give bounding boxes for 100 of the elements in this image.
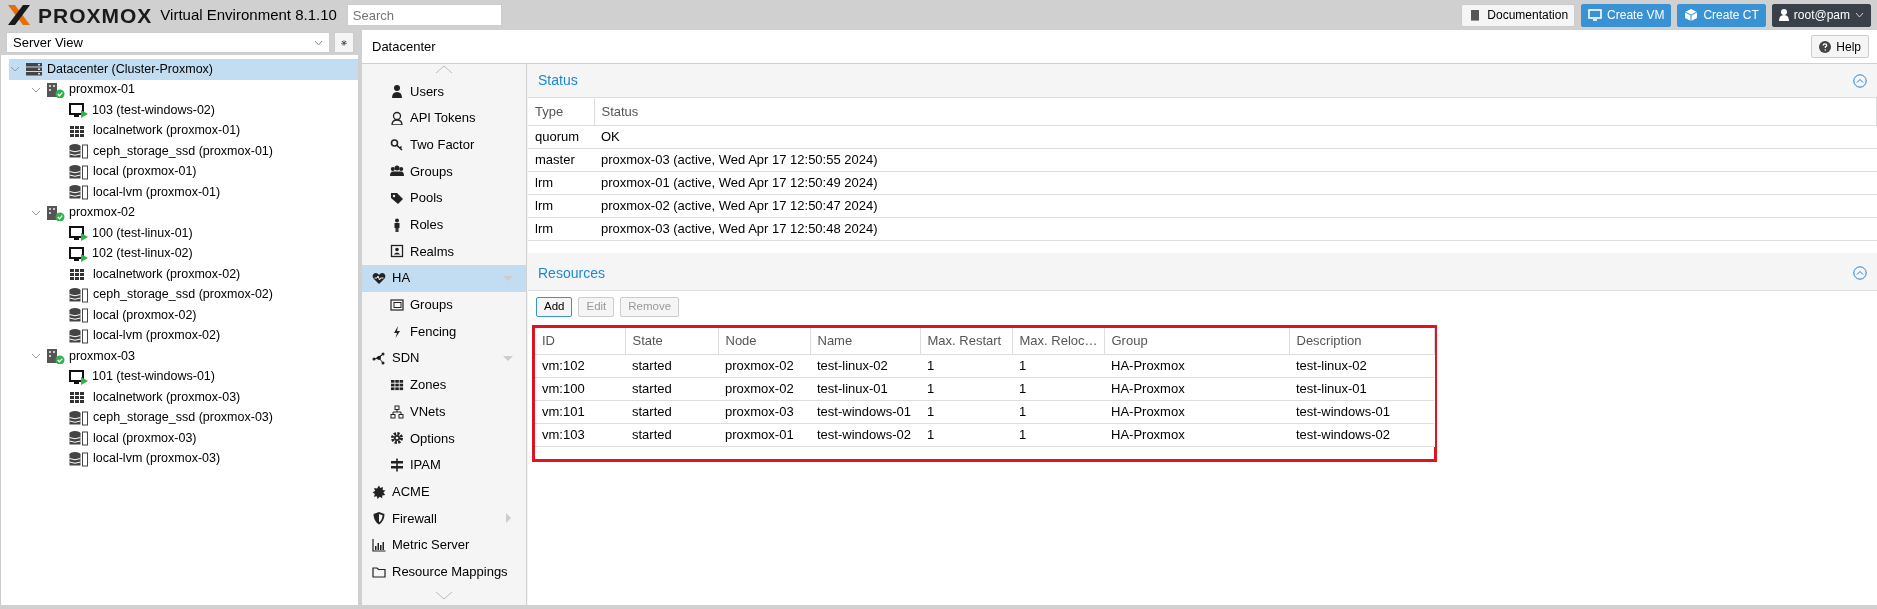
network-nodes-icon bbox=[372, 351, 386, 366]
menu-item[interactable]: Realms bbox=[362, 238, 526, 265]
monitor-play-icon bbox=[69, 368, 88, 385]
tree-item[interactable]: proxmox-03 bbox=[9, 346, 358, 367]
table-cell: lrm bbox=[528, 217, 594, 240]
view-selector[interactable]: Server View bbox=[6, 32, 330, 53]
table-cell: 1 bbox=[1012, 354, 1104, 378]
search-field[interactable]: Search bbox=[346, 4, 502, 26]
tree-item[interactable]: ceph_storage_ssd (proxmox-02) bbox=[9, 284, 358, 305]
database-icon bbox=[69, 307, 89, 324]
tree-item[interactable]: ceph_storage_ssd (proxmox-01) bbox=[9, 141, 358, 162]
menu-item[interactable]: Groups bbox=[362, 291, 526, 319]
menu-item[interactable]: API Tokens bbox=[362, 104, 526, 132]
monitor-icon bbox=[1588, 8, 1603, 22]
tree-item[interactable]: 102 (test-linux-02) bbox=[9, 243, 358, 264]
toolbar-button[interactable]: Add bbox=[536, 296, 573, 317]
menu-item[interactable]: HA bbox=[362, 264, 526, 292]
table-cell: started bbox=[625, 377, 718, 401]
column-header[interactable]: ID bbox=[535, 327, 625, 355]
column-header[interactable]: Status bbox=[594, 98, 1877, 125]
menu-item[interactable]: Pools bbox=[362, 184, 526, 212]
table-cell: test-windows-02 bbox=[1289, 423, 1434, 447]
badge-icon bbox=[372, 484, 386, 499]
menu-item[interactable]: Options bbox=[362, 424, 526, 452]
tree-item[interactable]: 103 (test-windows-02) bbox=[9, 100, 358, 121]
menu-item[interactable]: Firewall bbox=[362, 505, 526, 532]
monitor-play-icon bbox=[69, 245, 88, 262]
documentation-button[interactable]: Documentation bbox=[1461, 3, 1576, 27]
user-outline-icon bbox=[390, 111, 404, 126]
table-cell: 1 bbox=[920, 423, 1012, 447]
help-button[interactable]: Help bbox=[1811, 35, 1869, 58]
database-icon bbox=[69, 409, 89, 426]
column-header[interactable]: Node bbox=[718, 327, 810, 355]
tree-item[interactable]: 100 (test-linux-01) bbox=[9, 223, 358, 244]
table-cell: started bbox=[625, 423, 718, 447]
menu-item[interactable]: VNets bbox=[362, 398, 526, 425]
column-header[interactable]: Max. Restart bbox=[920, 327, 1012, 355]
table-cell: test-windows-01 bbox=[810, 400, 920, 424]
column-header[interactable]: Name bbox=[810, 327, 920, 355]
tree-item[interactable]: Datacenter (Cluster-Proxmox) bbox=[9, 59, 358, 80]
menu-item[interactable]: Groups bbox=[362, 158, 526, 185]
logo-text: PROXMOX bbox=[38, 4, 153, 26]
settings-button[interactable] bbox=[334, 32, 354, 53]
tree-item[interactable]: proxmox-01 bbox=[9, 79, 358, 100]
table-cell: 1 bbox=[1012, 400, 1104, 424]
table-cell: test-windows-01 bbox=[1289, 400, 1434, 424]
column-header[interactable]: Type bbox=[528, 98, 594, 125]
user-menu-button[interactable]: root@pam bbox=[1771, 3, 1871, 27]
caret-down-icon bbox=[502, 273, 514, 284]
table-cell: 1 bbox=[920, 377, 1012, 401]
menu-item[interactable]: ACME bbox=[362, 478, 526, 505]
tree-item[interactable]: local-lvm (proxmox-03) bbox=[9, 448, 358, 469]
user-icon bbox=[1778, 9, 1789, 21]
table-cell: proxmox-02 bbox=[718, 377, 810, 401]
column-header[interactable]: State bbox=[625, 327, 718, 355]
server-check-icon bbox=[46, 348, 65, 365]
menu-item[interactable]: Metric Server bbox=[362, 531, 526, 559]
tree-item[interactable]: local (proxmox-03) bbox=[9, 428, 358, 449]
tree-item[interactable]: local-lvm (proxmox-02) bbox=[9, 325, 358, 346]
tree-item[interactable]: localnetwork (proxmox-03) bbox=[9, 387, 358, 408]
menu-item[interactable]: Resource Mappings bbox=[362, 558, 526, 586]
table-cell: lrm bbox=[528, 194, 594, 217]
column-header[interactable]: Max. Reloc… bbox=[1012, 327, 1104, 355]
table-cell: proxmox-03 bbox=[718, 400, 810, 424]
tree-item[interactable]: 101 (test-windows-01) bbox=[9, 366, 358, 387]
column-header[interactable]: Description bbox=[1289, 327, 1434, 355]
database-icon bbox=[69, 450, 89, 467]
collapse-icon bbox=[1853, 73, 1867, 88]
key-icon bbox=[390, 137, 404, 152]
logo-x-icon bbox=[6, 3, 32, 27]
tree-item[interactable]: local-lvm (proxmox-01) bbox=[9, 182, 358, 203]
menu-item[interactable]: Zones bbox=[362, 371, 526, 399]
tree-item[interactable]: proxmox-02 bbox=[9, 202, 358, 223]
monitor-play-icon bbox=[69, 225, 88, 242]
tree-item[interactable]: local (proxmox-01) bbox=[9, 161, 358, 182]
table-cell: 1 bbox=[920, 400, 1012, 424]
tree-item[interactable]: ceph_storage_ssd (proxmox-03) bbox=[9, 407, 358, 428]
table-cell: proxmox-01 bbox=[718, 423, 810, 447]
menu-item[interactable]: SDN bbox=[362, 344, 526, 372]
grid-icon bbox=[390, 377, 404, 392]
tree-item[interactable]: localnetwork (proxmox-01) bbox=[9, 120, 358, 141]
tags-icon bbox=[390, 191, 404, 206]
bar-chart-icon bbox=[372, 538, 386, 553]
table-cell: proxmox-03 (active, Wed Apr 17 12:50:55 2024) bbox=[594, 148, 1877, 171]
table-cell: proxmox-03 (active, Wed Apr 17 12:50:48 2024) bbox=[594, 217, 1877, 240]
caret-icon bbox=[1855, 12, 1864, 18]
collapse-icon bbox=[1853, 266, 1867, 280]
tree-item[interactable]: local (proxmox-02) bbox=[9, 305, 358, 326]
table-cell: test-linux-01 bbox=[1289, 377, 1434, 401]
table-cell: lrm bbox=[528, 171, 594, 194]
tree-item[interactable]: localnetwork (proxmox-02) bbox=[9, 264, 358, 285]
menu-item[interactable]: Two Factor bbox=[362, 131, 526, 159]
menu-item[interactable]: IPAM bbox=[362, 451, 526, 479]
menu-item[interactable]: Fencing bbox=[362, 318, 526, 345]
menu-item[interactable]: Users bbox=[362, 78, 526, 105]
column-header[interactable]: Group bbox=[1104, 327, 1289, 355]
menu-item[interactable]: Roles bbox=[362, 211, 526, 239]
table-cell: proxmox-01 (active, Wed Apr 17 12:50:49 2024) bbox=[594, 171, 1877, 194]
table-cell: 1 bbox=[1012, 377, 1104, 401]
panel-title: Resources bbox=[538, 263, 605, 283]
